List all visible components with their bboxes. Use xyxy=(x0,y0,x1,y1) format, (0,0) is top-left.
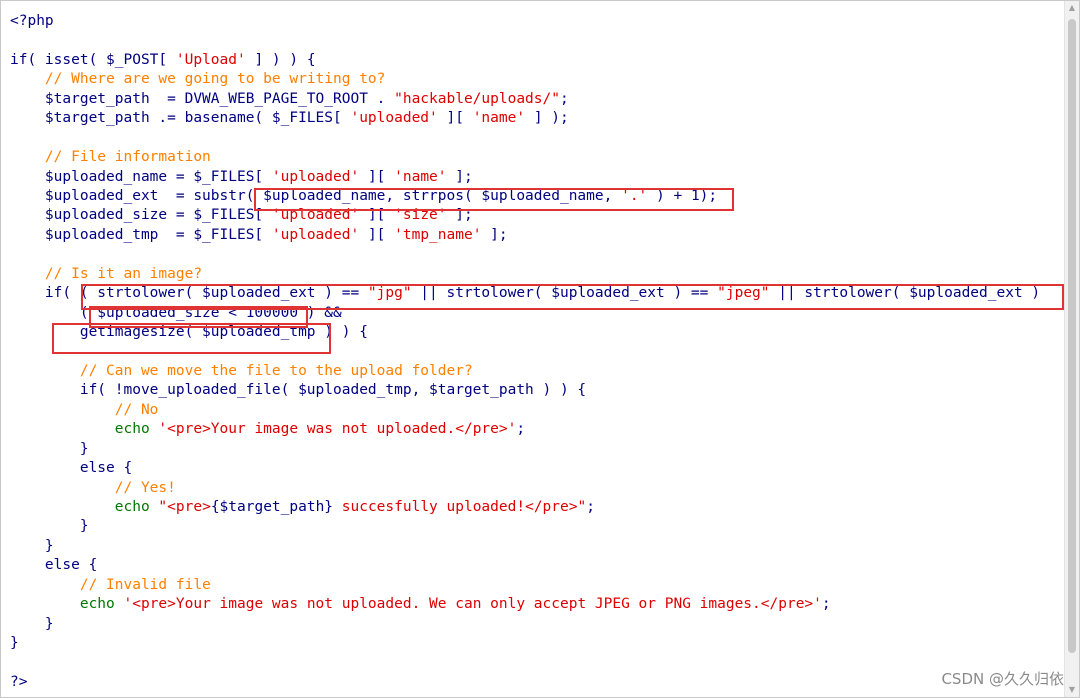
code-line: // No xyxy=(10,401,1049,420)
code-token-plain: ; xyxy=(559,90,569,107)
code-token-plain: $uploaded_size = $_FILES[ xyxy=(10,207,272,224)
code-token-plain: ]; xyxy=(446,168,473,185)
code-token-com: // No xyxy=(114,401,159,418)
scroll-up-arrow-icon[interactable]: ▲ xyxy=(1065,1,1079,15)
code-token-plain: } xyxy=(10,635,19,651)
code-token-plain: ] ) ) { xyxy=(245,51,316,68)
scroll-thumb[interactable] xyxy=(1068,19,1076,653)
code-line: else { xyxy=(10,556,1049,575)
code-line: ?> xyxy=(10,673,1049,692)
code-line: $uploaded_tmp = $_FILES[ 'uploaded' ][ '… xyxy=(10,226,1049,245)
code-token-com: // File information xyxy=(44,149,211,166)
code-token-plain: $target_path .= basename( $_FILES[ xyxy=(10,110,351,127)
code-token-plain: ][ xyxy=(359,226,395,243)
code-token-str: 'Upload' xyxy=(175,51,246,68)
code-token-str: succesfully uploaded!</pre>" xyxy=(333,498,587,515)
code-token-com: // Where are we going to be writing to? xyxy=(44,71,386,88)
code-line: } xyxy=(10,634,1049,653)
csdn-watermark: CSDN @久久归依 xyxy=(941,670,1064,688)
code-token-plain: } xyxy=(10,440,89,457)
code-line: // Invalid file xyxy=(10,576,1049,595)
code-token-com: // Is it an image? xyxy=(44,265,203,282)
code-line: } xyxy=(10,517,1049,536)
code-line: } xyxy=(10,440,1049,459)
code-token-plain: ][ xyxy=(359,168,395,185)
code-line: echo "<pre>{$target_path} succesfully up… xyxy=(10,498,1049,517)
code-line: } xyxy=(10,615,1049,634)
code-token-str: "hackable/uploads/" xyxy=(394,90,560,107)
code-line: if( isset( $_POST[ 'Upload' ] ) ) { xyxy=(10,51,1049,70)
code-token-str: '<pre>Your image was not uploaded.</pre>… xyxy=(158,421,517,438)
code-token-plain: {$target_path} xyxy=(210,498,334,515)
code-line: // File information xyxy=(10,148,1049,167)
code-token-str: 'tmp_name' xyxy=(394,226,482,243)
code-token-com: // Yes! xyxy=(114,479,176,496)
code-token-plain: <?php xyxy=(10,13,54,29)
code-line: // Where are we going to be writing to? xyxy=(10,70,1049,89)
code-token-str: 'name' xyxy=(472,110,526,127)
code-token-str: 'uploaded' xyxy=(271,168,360,185)
code-line: $target_path = DVWA_WEB_PAGE_TO_ROOT . "… xyxy=(10,90,1049,109)
code-line: <?php xyxy=(10,12,1049,31)
highlight-strrpos-ext xyxy=(254,188,734,211)
code-line: $target_path .= basename( $_FILES[ 'uplo… xyxy=(10,109,1049,128)
code-token-com: // Invalid file xyxy=(79,576,211,593)
code-token-com: // Can we move the file to the upload fo… xyxy=(79,362,473,379)
code-token-plain: ][ xyxy=(437,110,473,127)
code-token-plain: } xyxy=(10,615,54,632)
source-code-viewer: <?php if( isset( $_POST[ 'Upload' ] ) ) {… xyxy=(0,0,1080,698)
highlight-getimagesize xyxy=(52,323,331,354)
code-line: // Can we move the file to the upload fo… xyxy=(10,362,1049,381)
code-token-kw: echo xyxy=(114,498,150,515)
code-line: if( !move_uploaded_file( $uploaded_tmp, … xyxy=(10,381,1049,400)
code-token-plain: else { xyxy=(10,460,133,477)
code-token-plain: ; xyxy=(821,596,831,613)
code-token-plain: $uploaded_name = $_FILES[ xyxy=(10,168,272,185)
code-token-str: 'name' xyxy=(394,168,447,185)
code-token-plain: } xyxy=(10,518,89,535)
code-token-kw: echo xyxy=(79,596,115,613)
code-token-str: 'uploaded' xyxy=(271,226,360,243)
code-line: // Is it an image? xyxy=(10,265,1049,284)
code-token-str: 'uploaded' xyxy=(350,110,438,127)
code-token-kw: echo xyxy=(114,421,150,438)
code-token-plain: $target_path = DVWA_WEB_PAGE_TO_ROOT . xyxy=(10,90,395,107)
code-token-plain: ?> xyxy=(10,673,28,690)
vertical-scrollbar[interactable]: ▲ ▼ xyxy=(1064,1,1079,697)
code-line: echo '<pre>Your image was not uploaded. … xyxy=(10,595,1049,614)
code-line: $uploaded_name = $_FILES[ 'uploaded' ][ … xyxy=(10,168,1049,187)
code-token-str: '<pre>Your image was not uploaded. We ca… xyxy=(123,596,822,613)
code-line: echo '<pre>Your image was not uploaded.<… xyxy=(10,420,1049,439)
code-token-plain: ; xyxy=(516,421,526,438)
code-token-plain: ]; xyxy=(481,226,508,243)
code-token-plain: if( isset( $_POST[ xyxy=(10,51,176,68)
code-line: // Yes! xyxy=(10,479,1049,498)
code-token-plain: else { xyxy=(10,557,98,574)
code-token-plain: ; xyxy=(586,498,595,515)
code-line: } xyxy=(10,537,1049,556)
code-token-plain: } xyxy=(10,537,54,554)
code-token-plain: if( !move_uploaded_file( $uploaded_tmp, … xyxy=(10,382,587,399)
code-line: else { xyxy=(10,459,1049,478)
code-token-str: "<pre> xyxy=(158,498,211,515)
code-token-plain: $uploaded_tmp = $_FILES[ xyxy=(10,226,272,243)
code-token-plain: ] ); xyxy=(525,110,569,127)
scroll-down-arrow-icon[interactable]: ▼ xyxy=(1065,683,1079,697)
